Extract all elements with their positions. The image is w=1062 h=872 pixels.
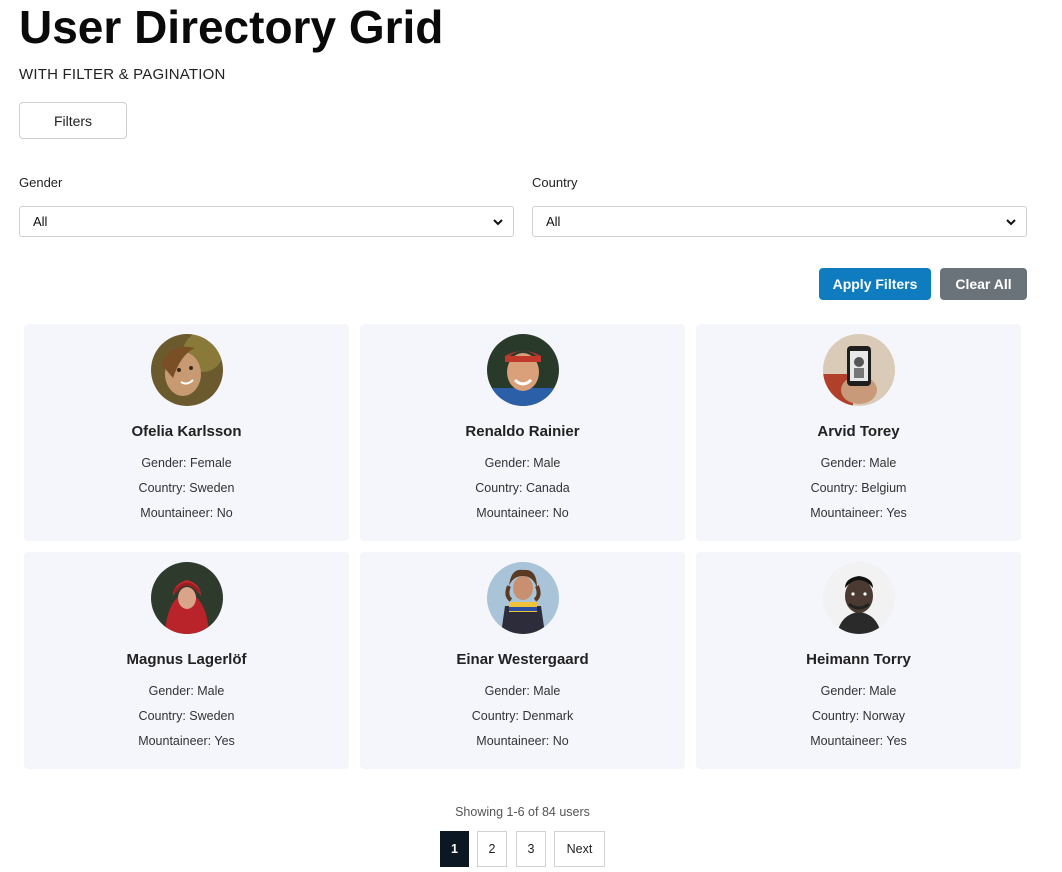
country-select[interactable]: All (532, 206, 1027, 237)
avatar (151, 334, 223, 406)
chevron-down-icon (493, 219, 503, 226)
user-gender: Gender: Male (148, 684, 225, 698)
user-mountaineer: Mountaineer: Yes (810, 734, 907, 748)
user-name: Heimann Torry (806, 651, 911, 668)
avatar (151, 562, 223, 634)
gender-label: Gender (19, 175, 63, 190)
user-mountaineer: Mountaineer: No (140, 506, 233, 520)
avatar (487, 562, 559, 634)
user-mountaineer: Mountaineer: Yes (810, 506, 907, 520)
user-country: Country: Canada (475, 481, 570, 495)
user-country: Country: Sweden (138, 709, 235, 723)
gender-select[interactable]: All (19, 206, 514, 237)
user-gender: Gender: Male (820, 456, 897, 470)
user-mountaineer: Mountaineer: No (476, 734, 569, 748)
user-name: Arvid Torey (817, 423, 900, 440)
apply-filters-button[interactable]: Apply Filters (819, 268, 931, 300)
avatar (487, 334, 559, 406)
user-country: Country: Norway (811, 709, 906, 723)
user-card: Renaldo Rainier Gender: Male Country: Ca… (360, 324, 685, 541)
chevron-down-icon (1006, 219, 1016, 226)
user-gender: Gender: Male (484, 684, 561, 698)
avatar (823, 334, 895, 406)
page-title: User Directory Grid (19, 1, 444, 53)
user-card: Heimann Torry Gender: Male Country: Norw… (696, 552, 1021, 769)
page-button-2[interactable]: 2 (477, 831, 507, 867)
avatar (823, 562, 895, 634)
page-button-3[interactable]: 3 (516, 831, 546, 867)
page-subtitle: WITH FILTER & PAGINATION (19, 66, 226, 83)
user-name: Magnus Lagerlöf (126, 651, 247, 668)
user-mountaineer: Mountaineer: No (476, 506, 569, 520)
user-card: Einar Westergaard Gender: Male Country: … (360, 552, 685, 769)
user-gender: Gender: Male (484, 456, 561, 470)
user-card: Ofelia Karlsson Gender: Female Country: … (24, 324, 349, 541)
next-page-button[interactable]: Next (554, 831, 605, 867)
user-name: Einar Westergaard (456, 651, 589, 668)
user-mountaineer: Mountaineer: Yes (138, 734, 235, 748)
page-button-1[interactable]: 1 (440, 831, 469, 867)
user-gender: Gender: Female (141, 456, 232, 470)
user-country: Country: Denmark (471, 709, 574, 723)
user-gender: Gender: Male (820, 684, 897, 698)
results-count: Showing 1-6 of 84 users (455, 805, 590, 819)
country-label: Country (532, 175, 578, 190)
user-name: Ofelia Karlsson (131, 423, 242, 440)
clear-all-button[interactable]: Clear All (940, 268, 1027, 300)
user-name: Renaldo Rainier (465, 423, 580, 440)
user-card: Arvid Torey Gender: Male Country: Belgiu… (696, 324, 1021, 541)
gender-select-value: All (33, 214, 48, 229)
country-select-value: All (546, 214, 561, 229)
user-country: Country: Belgium (810, 481, 907, 495)
user-country: Country: Sweden (138, 481, 235, 495)
filters-toggle-button[interactable]: Filters (19, 102, 127, 139)
user-card: Magnus Lagerlöf Gender: Male Country: Sw… (24, 552, 349, 769)
